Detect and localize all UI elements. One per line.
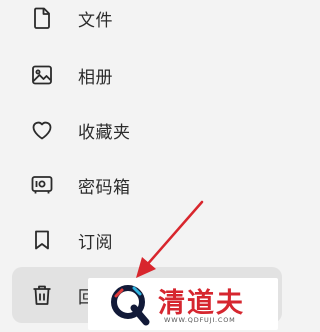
bookmark-icon — [30, 228, 54, 252]
document-icon — [30, 6, 54, 30]
heart-icon — [30, 118, 54, 142]
brand-logo-icon — [111, 285, 150, 326]
app-sidebar-screenshot: 文件 相册 收藏夹 密码箱 订阅 回 清道夫 WWW.QDFUJI.COM — [0, 0, 286, 332]
menu-item-label: 文件 — [78, 10, 113, 31]
menu-item-label: 密码箱 — [78, 177, 131, 198]
menu-item-label: 相册 — [78, 67, 113, 88]
menu-item-label: 收藏夹 — [78, 122, 131, 143]
menu-item-password-safe[interactable]: 密码箱 — [12, 157, 282, 213]
menu-item-favorites[interactable]: 收藏夹 — [12, 102, 282, 158]
image-icon — [30, 63, 54, 87]
watermark-url: WWW.QDFUJI.COM — [164, 316, 236, 324]
watermark-brand: 清道夫 — [158, 288, 245, 319]
menu-item-subscriptions[interactable]: 订阅 — [12, 212, 282, 268]
menu-item-photos[interactable]: 相册 — [12, 47, 282, 103]
watermark: 清道夫 WWW.QDFUJI.COM — [88, 278, 278, 330]
menu-item-files[interactable]: 文件 — [12, 0, 282, 46]
menu-item-label: 订阅 — [78, 232, 113, 253]
safe-icon — [30, 173, 54, 197]
trash-icon — [30, 283, 54, 307]
